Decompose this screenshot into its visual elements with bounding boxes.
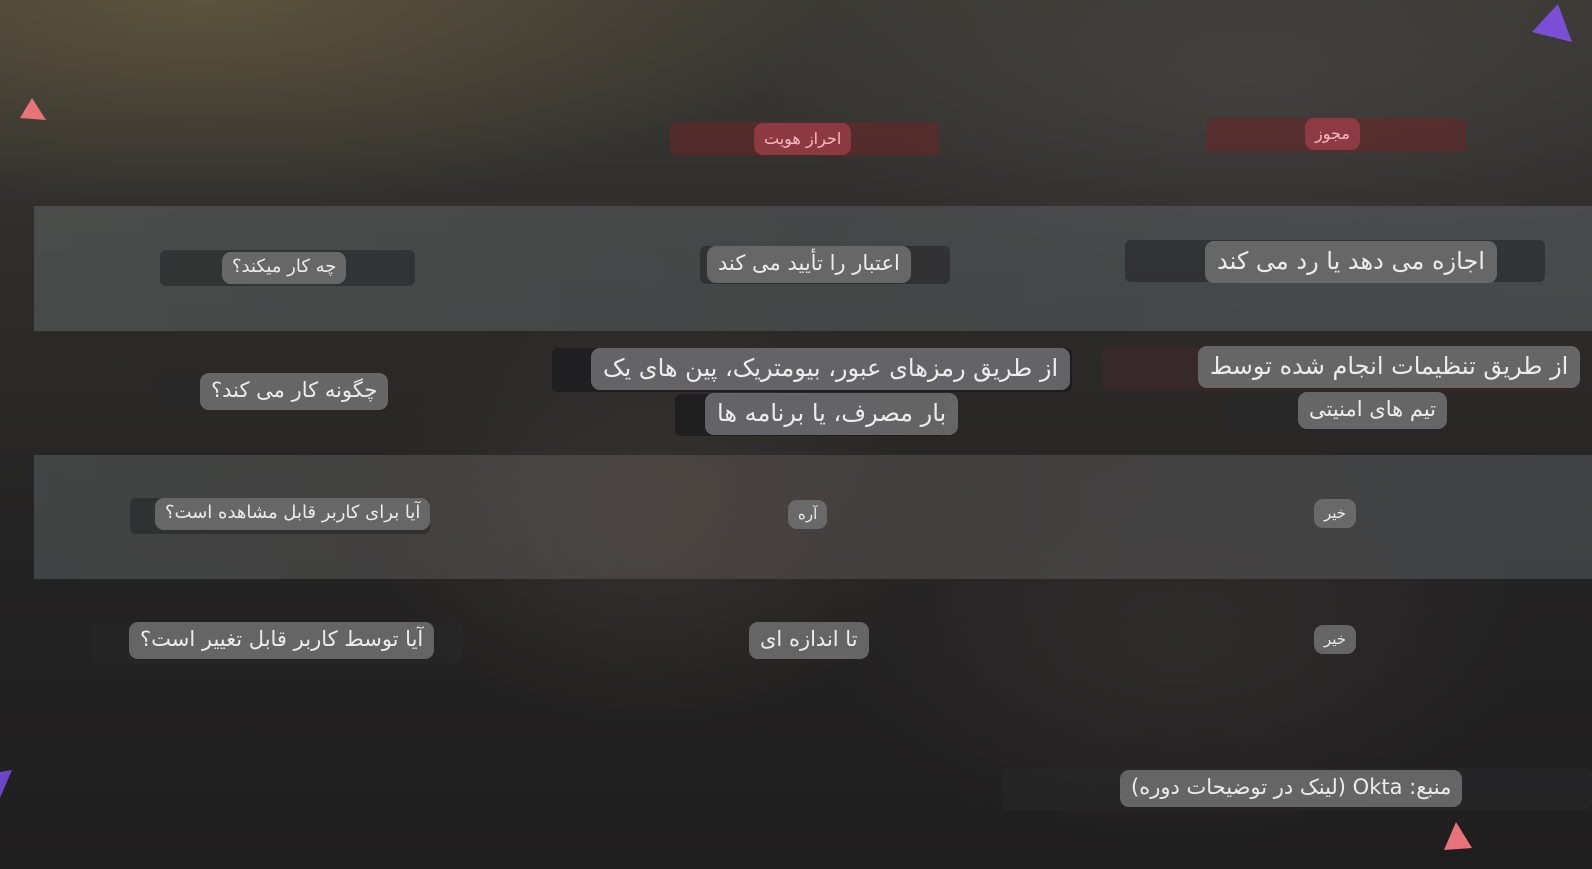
row-question-changeable: آیا توسط کاربر قابل تغییر است؟	[129, 622, 435, 659]
header-authorization: مجوز	[1305, 118, 1360, 150]
cell-authentication-how-line1: از طریق رمزهای عبور، بیومتریک، پین های ی…	[591, 348, 1071, 390]
header-authentication: احراز هویت	[754, 123, 852, 155]
triangle-red-icon	[1444, 822, 1472, 850]
triangle-purple-icon	[1532, 4, 1572, 42]
cell-authentication-what: اعتبار را تأیید می کند	[707, 246, 911, 283]
row-question-what: چه کار میکند؟	[222, 252, 347, 284]
cell-authentication-changeable: تا اندازه ای	[749, 622, 869, 659]
row-question-visible: آیا برای کاربر قابل مشاهده است؟	[155, 498, 431, 530]
row-question-how: چگونه کار می کند؟	[200, 373, 389, 410]
cell-authorization-how-line1: از طریق تنظیمات انجام شده توسط	[1198, 346, 1581, 388]
cell-authorization-how-line2: تیم های امنیتی	[1298, 392, 1448, 429]
triangle-red-icon	[20, 98, 46, 120]
cell-authorization-changeable: خیر	[1314, 625, 1357, 654]
source-note: منبع: Okta (لینک در توضیحات دوره)	[1120, 770, 1463, 807]
cell-authentication-how-line2: بار مصرف، یا برنامه ها	[705, 393, 959, 435]
cell-authorization-what: اجازه می دهد یا رد می کند	[1205, 241, 1497, 283]
cell-authorization-visible: خیر	[1314, 499, 1357, 528]
cell-authentication-visible: آره	[788, 500, 828, 529]
triangle-purple-icon	[0, 770, 12, 798]
